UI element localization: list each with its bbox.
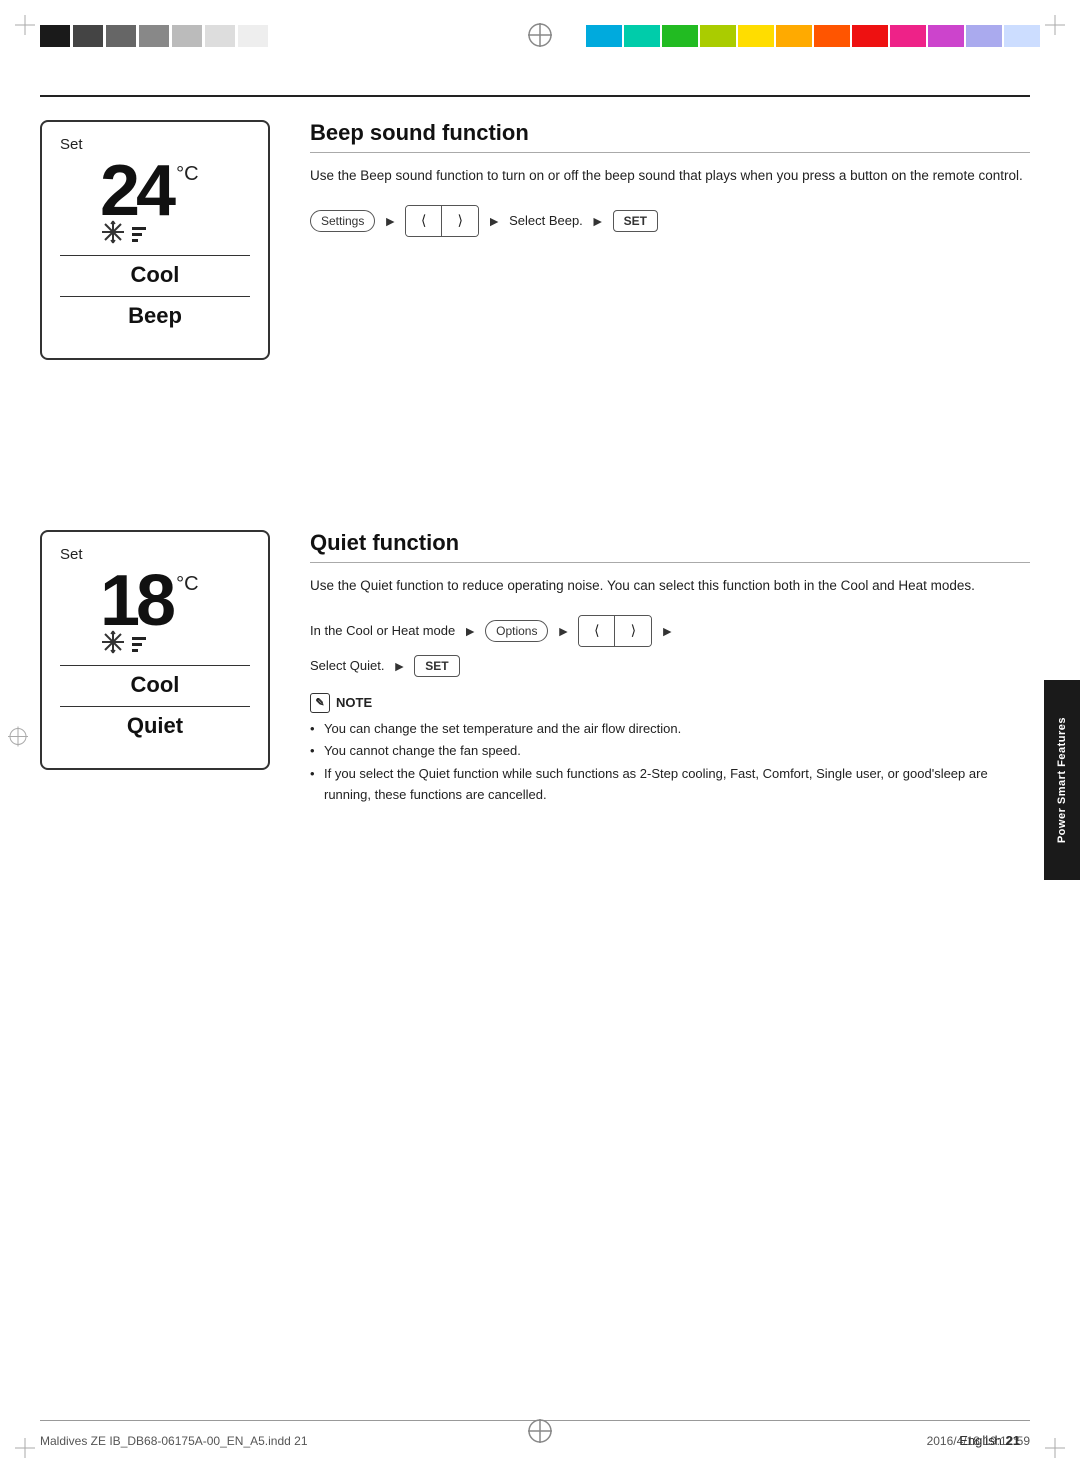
- footer-left: Maldives ZE IB_DB68-06175A-00_EN_A5.indd…: [40, 1434, 308, 1448]
- beep-instruction-row: Settings ► ⟨ ⟩ ► Select Beep. ► SET: [310, 205, 1030, 237]
- beep-divider2: [60, 296, 250, 297]
- note-list: You can change the set temperature and t…: [310, 719, 1030, 806]
- color-swatches-left: [40, 25, 268, 47]
- quiet-lcd-mode: Cool: [60, 672, 250, 698]
- quiet-lcd-function: Quiet: [60, 713, 250, 739]
- beep-lcd-temp: 24: [100, 155, 172, 227]
- quiet-instruction-row1: In the Cool or Heat mode ► Options ► ⟨ ⟩…: [310, 615, 1030, 647]
- top-rule: [40, 95, 1030, 97]
- arrow-3-quiet: ►: [660, 623, 674, 639]
- note-item-2: You cannot change the fan speed.: [310, 741, 1030, 762]
- side-tab: Power Smart Features: [1044, 680, 1080, 880]
- beep-description: Use the Beep sound function to turn on o…: [310, 165, 1030, 187]
- quiet-divider1: [60, 665, 250, 666]
- quiet-divider2: [60, 706, 250, 707]
- note-header: ✎ NOTE: [310, 693, 1030, 713]
- quiet-title: Quiet function: [310, 530, 1030, 563]
- nav-right-quiet[interactable]: ⟩: [615, 616, 651, 646]
- quiet-lcd-unit: °C: [176, 573, 198, 596]
- cool-icon-quiet: [100, 629, 126, 655]
- center-cross-bottom: [526, 1417, 554, 1448]
- note-icon: ✎: [310, 693, 330, 713]
- quiet-description: Use the Quiet function to reduce operati…: [310, 575, 1030, 597]
- beep-lcd-mode: Cool: [60, 262, 250, 288]
- arrow-1-beep: ►: [383, 213, 397, 229]
- page-number: English 21: [959, 1433, 1020, 1448]
- beep-lcd-function: Beep: [60, 303, 250, 329]
- quiet-instruction-row2: Select Quiet. ► SET: [310, 655, 1030, 677]
- color-swatches-right: [586, 25, 1040, 47]
- arrow-2-quiet: ►: [556, 623, 570, 639]
- select-beep-text: Select Beep.: [509, 213, 583, 228]
- quiet-temp-row: 18 °C: [100, 565, 250, 637]
- beep-lcd-box: Set 24 °C: [40, 120, 270, 360]
- corner-mark-bl: [15, 1438, 35, 1461]
- beep-temp-row: 24 °C: [100, 155, 250, 227]
- nav-left-quiet[interactable]: ⟨: [579, 616, 615, 646]
- note-label: NOTE: [336, 695, 372, 710]
- set-button-quiet[interactable]: SET: [414, 655, 459, 677]
- beep-section: Set 24 °C: [40, 120, 1030, 360]
- beep-icons-row: [100, 219, 250, 245]
- set-button-beep[interactable]: SET: [613, 210, 658, 232]
- arrow-2-beep: ►: [487, 213, 501, 229]
- page-num: 21: [1006, 1433, 1020, 1448]
- arrow-3-beep: ►: [591, 213, 605, 229]
- quiet-right-content: Quiet function Use the Quiet function to…: [310, 530, 1030, 808]
- beep-lcd-unit: °C: [176, 163, 198, 186]
- arrow-1-quiet: ►: [463, 623, 477, 639]
- note-item-1: You can change the set temperature and t…: [310, 719, 1030, 740]
- note-item-3: If you select the Quiet function while s…: [310, 764, 1030, 806]
- center-cross-top: [526, 21, 554, 52]
- quiet-icons-row: [100, 629, 250, 655]
- nav-pair-quiet[interactable]: ⟨ ⟩: [578, 615, 652, 647]
- corner-mark-br: [1045, 1438, 1065, 1461]
- select-quiet-text: Select Quiet.: [310, 658, 384, 673]
- nav-left-beep[interactable]: ⟨: [406, 206, 442, 236]
- note-section: ✎ NOTE You can change the set temperatur…: [310, 693, 1030, 806]
- nav-right-beep[interactable]: ⟩: [442, 206, 478, 236]
- beep-divider1: [60, 255, 250, 256]
- beep-right-content: Beep sound function Use the Beep sound f…: [310, 120, 1030, 245]
- nav-pair-beep[interactable]: ⟨ ⟩: [405, 205, 479, 237]
- fan-bars-beep: [132, 227, 146, 242]
- options-button-quiet[interactable]: Options: [485, 620, 548, 642]
- color-bar-top: [0, 18, 1080, 54]
- quiet-section: Set 18 °C: [40, 530, 1030, 808]
- arrow-4-quiet: ►: [392, 658, 406, 674]
- quiet-lcd-temp: 18: [100, 565, 172, 637]
- left-reg-mark: [8, 727, 28, 750]
- settings-button-beep[interactable]: Settings: [310, 210, 375, 232]
- cool-icon-beep: [100, 219, 126, 245]
- cool-heat-text: In the Cool or Heat mode: [310, 623, 455, 638]
- side-tab-label: Power Smart Features: [1056, 717, 1068, 843]
- fan-bars-quiet: [132, 637, 146, 652]
- quiet-lcd-box: Set 18 °C: [40, 530, 270, 770]
- language-label: English: [959, 1433, 1002, 1448]
- beep-title: Beep sound function: [310, 120, 1030, 153]
